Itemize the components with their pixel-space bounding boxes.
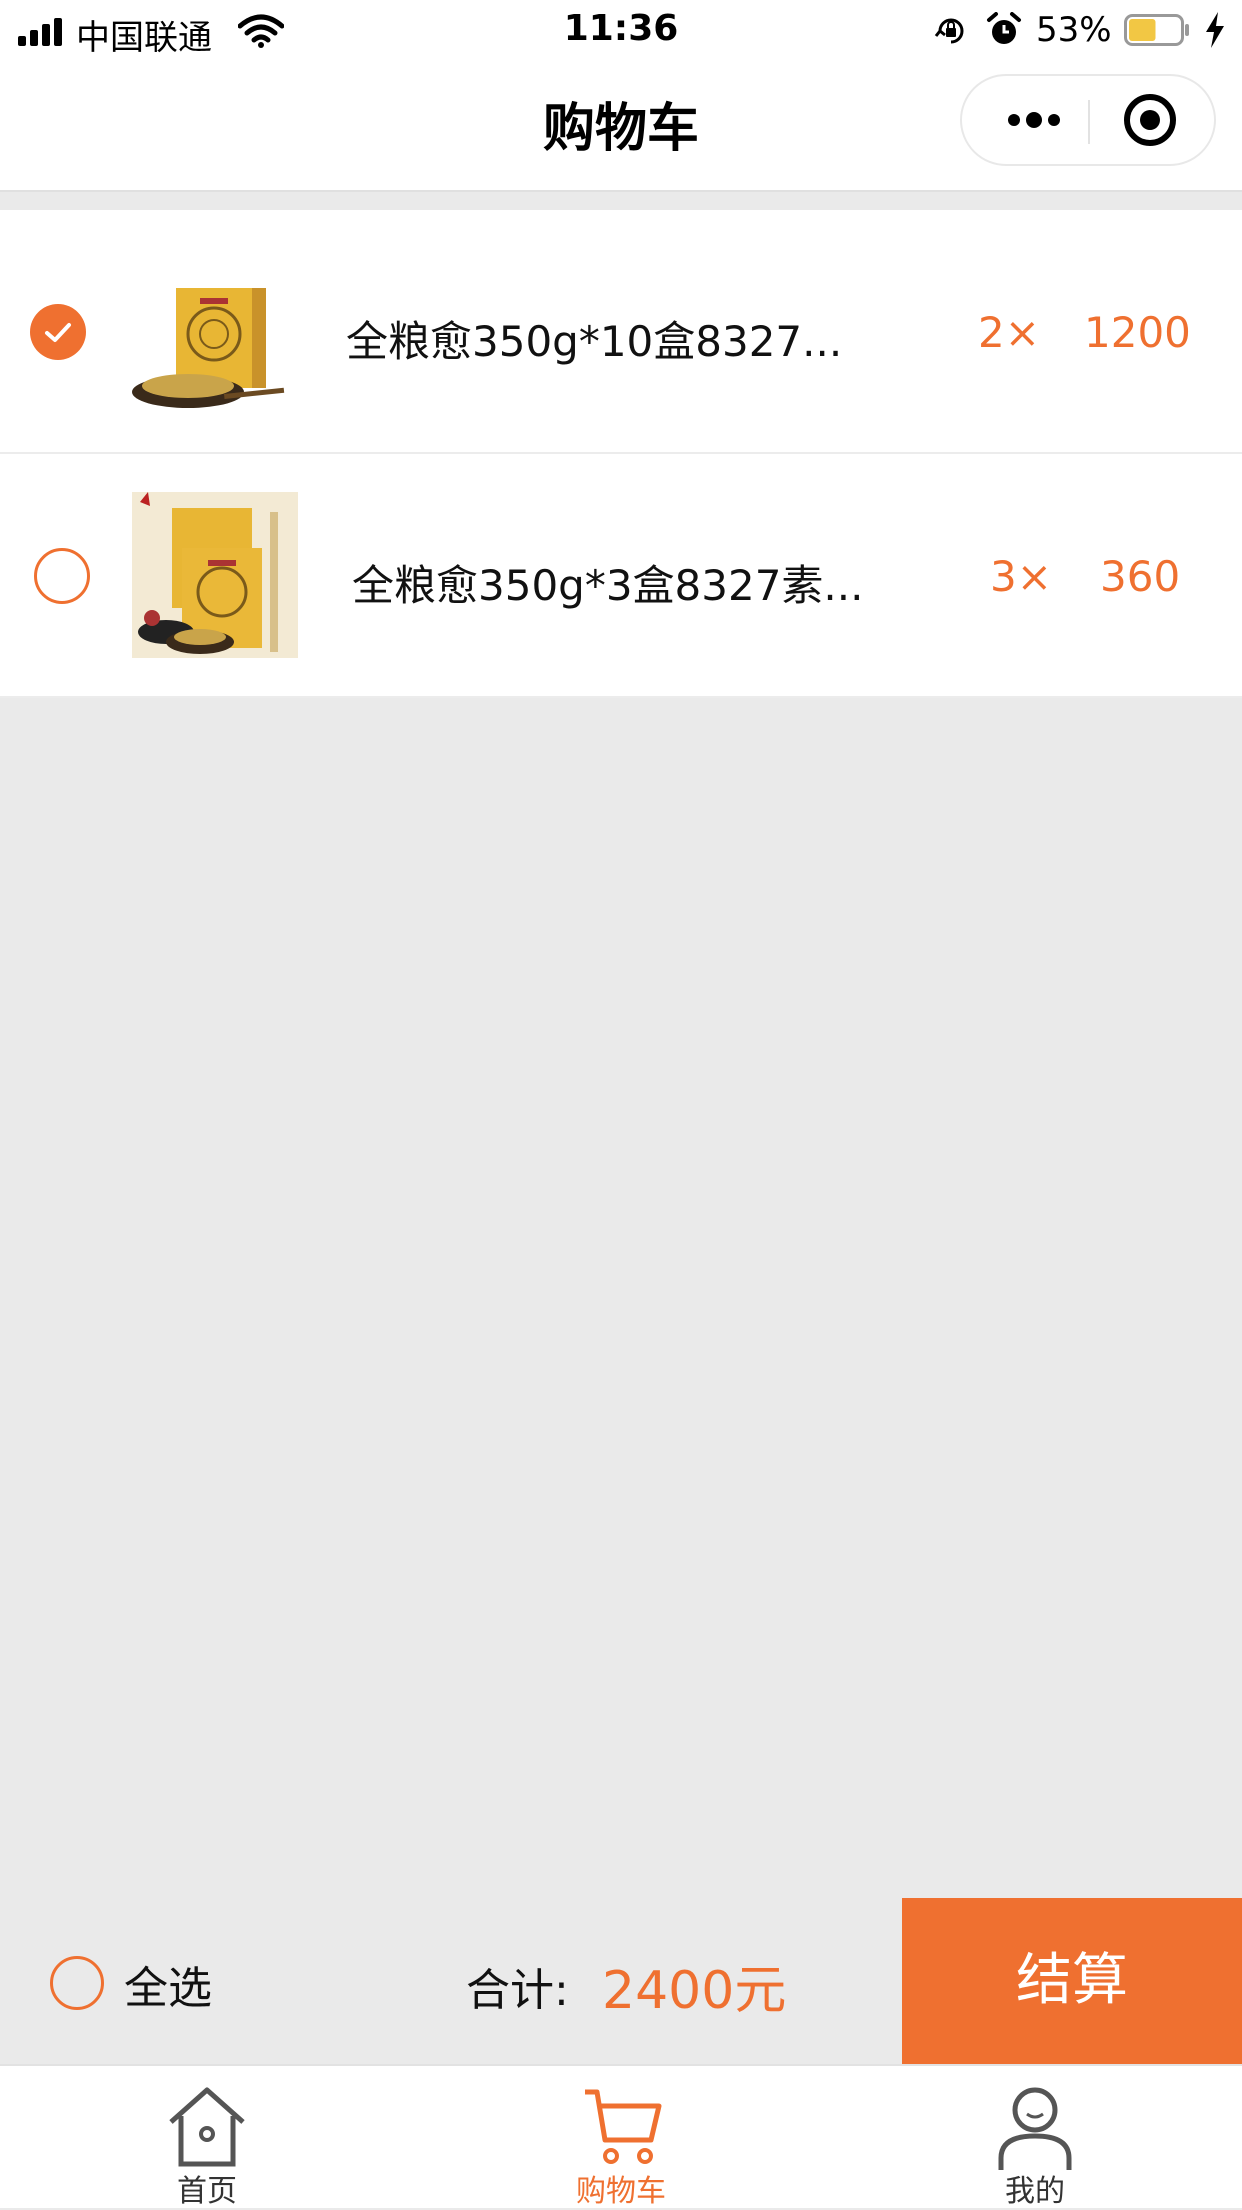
battery-percent: 53% xyxy=(1036,10,1112,50)
alarm-icon xyxy=(987,12,1021,44)
item-name[interactable]: 全粮愈350g*3盒8327素... xyxy=(352,552,864,613)
item-checkbox-unchecked[interactable] xyxy=(34,548,90,604)
checkout-bar: 全选 合计: 2400元 结算 xyxy=(0,1898,1242,2064)
status-bar: 中国联通 11:36 53% xyxy=(0,0,1242,62)
tab-label: 首页 xyxy=(177,2174,237,2209)
tab-cart[interactable]: 购物车 xyxy=(414,2066,828,2210)
home-icon xyxy=(169,2087,245,2167)
charging-icon xyxy=(1206,12,1224,48)
item-name[interactable]: 全粮愈350g*10盒8327... xyxy=(346,308,842,369)
orientation-lock-icon xyxy=(934,18,964,44)
capsule-divider xyxy=(1088,100,1090,144)
tab-bar: 首页 购物车 我的 xyxy=(0,2064,1242,2210)
cart-item[interactable]: 全粮愈350g*3盒8327素... 3× 360 xyxy=(0,454,1242,698)
more-dots-icon xyxy=(1008,112,1060,128)
close-target-icon xyxy=(1124,94,1176,146)
item-checkbox-checked[interactable] xyxy=(30,304,86,360)
item-quantity: 3× xyxy=(990,552,1052,601)
close-button[interactable] xyxy=(1094,76,1214,164)
battery-icon xyxy=(1124,14,1189,46)
more-button[interactable] xyxy=(984,76,1084,164)
total-amount: 2400元 xyxy=(602,1961,787,2021)
tab-label: 购物车 xyxy=(576,2174,666,2209)
cart-item[interactable]: 全粮愈350g*10盒8327... 2× 1200 xyxy=(0,210,1242,454)
select-all-label[interactable]: 全选 xyxy=(124,1952,212,2016)
tab-home[interactable]: 首页 xyxy=(0,2066,414,2210)
checkout-button[interactable]: 结算 xyxy=(902,1898,1242,2064)
item-price: 360 xyxy=(1100,552,1181,601)
tab-label: 我的 xyxy=(1005,2174,1065,2209)
checkmark-icon xyxy=(45,323,71,342)
user-icon xyxy=(998,2087,1072,2170)
cart-list: 全粮愈350g*10盒8327... 2× 1200 全粮愈350g*3盒832… xyxy=(0,210,1242,698)
nav-bar: 购物车 xyxy=(0,62,1242,192)
item-price: 1200 xyxy=(1084,308,1191,357)
cart-icon xyxy=(585,2089,662,2164)
item-quantity: 2× xyxy=(978,308,1040,357)
product-image[interactable] xyxy=(132,492,298,658)
mini-program-capsule xyxy=(960,74,1216,166)
total-label: 合计: xyxy=(466,1965,569,2016)
tab-profile[interactable]: 我的 xyxy=(828,2066,1242,2210)
select-all-checkbox[interactable] xyxy=(50,1956,104,2010)
product-image[interactable] xyxy=(128,254,294,420)
